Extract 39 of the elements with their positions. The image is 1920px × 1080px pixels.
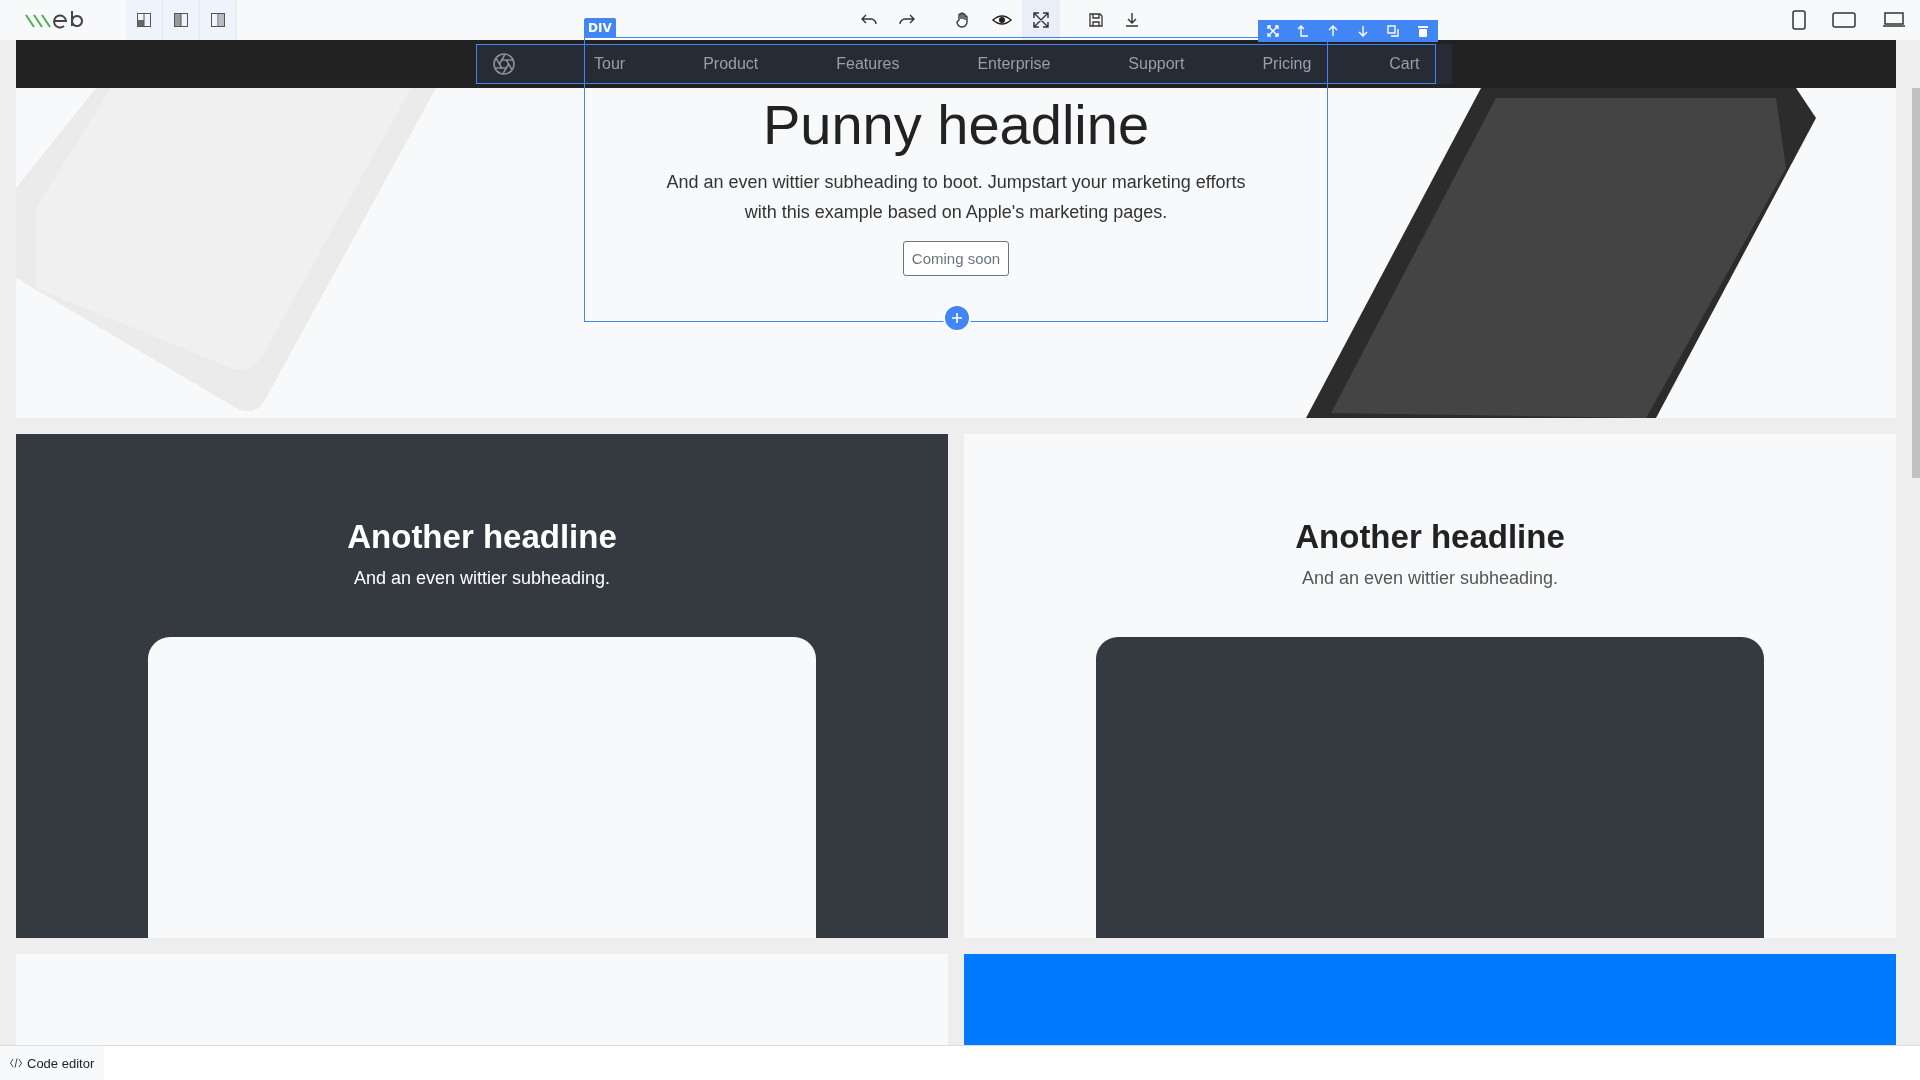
card-headline: Another headline xyxy=(1295,518,1565,556)
scrollbar[interactable] xyxy=(1910,88,1920,478)
arrow-down-icon xyxy=(1357,25,1369,37)
laptop-icon xyxy=(1882,11,1906,29)
plus-icon xyxy=(951,312,963,324)
nav-link[interactable]: Features xyxy=(836,55,900,73)
card-subheading: And an even wittier subheading. xyxy=(353,568,611,589)
nav-link[interactable]: Tour xyxy=(594,55,626,73)
code-icon xyxy=(10,1057,22,1069)
hero-subheading: And an even wittier subheading to boot. Jumpstart your marketing efforts with this example based on Apple's marketing pages. xyxy=(665,171,1247,224)
nav-link[interactable]: Pricing xyxy=(1262,55,1312,73)
aperture-icon[interactable] xyxy=(492,52,516,76)
nav-link[interactable]: Support xyxy=(1128,55,1185,73)
coming-soon-button[interactable]: Coming soon xyxy=(902,241,1010,276)
hero-headline: Punny headline xyxy=(762,92,1150,157)
nav-link[interactable]: Product xyxy=(703,55,759,73)
layout-button[interactable] xyxy=(163,0,200,40)
fullscreen-button[interactable] xyxy=(1022,0,1060,40)
phone-icon xyxy=(1792,10,1806,30)
layout-icon xyxy=(173,12,189,28)
arrow-up-icon xyxy=(1327,25,1339,37)
layout-icon xyxy=(136,12,152,28)
element-tag: DIV xyxy=(584,18,616,38)
card-headline: Another headline xyxy=(347,518,617,556)
layout-button[interactable] xyxy=(200,0,237,40)
code-editor-button[interactable]: Code editor xyxy=(0,1046,105,1080)
card-subheading: And an even wittier subheading. xyxy=(1301,568,1559,589)
nav-link[interactable]: Cart xyxy=(1389,55,1420,73)
copy-icon xyxy=(1387,25,1399,37)
trash-icon xyxy=(1417,25,1429,37)
layout-icon xyxy=(210,12,226,28)
expand-icon xyxy=(1267,25,1279,37)
parent-arrow-icon xyxy=(1297,25,1309,37)
layout-button[interactable] xyxy=(126,0,163,40)
nav-link[interactable]: Enterprise xyxy=(977,55,1051,73)
fullscreen-icon xyxy=(1032,11,1050,29)
save-icon xyxy=(1088,12,1104,28)
download-icon xyxy=(1124,12,1140,28)
tablet-icon xyxy=(1832,11,1856,29)
